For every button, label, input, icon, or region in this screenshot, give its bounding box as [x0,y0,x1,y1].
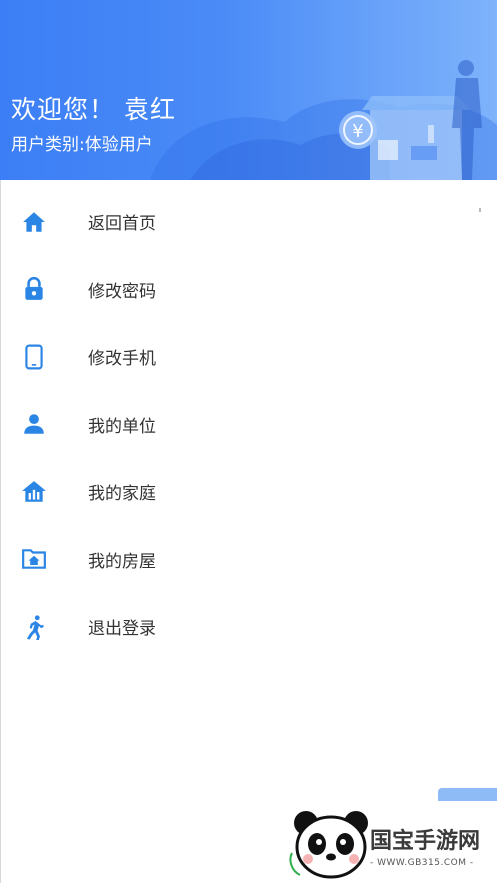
runner-icon [21,614,47,640]
menu-item-label: 我的单位 [88,416,156,437]
family-house-icon [21,479,47,505]
person-icon [21,411,47,437]
floating-button-edge[interactable] [438,788,497,802]
menu-item-label: 修改手机 [88,349,156,370]
menu-item-change-phone[interactable]: 修改手机 [0,323,497,391]
drawer-menu: 返回首页 修改密码 修改手机 我的单位 我的家庭 我的房屋 退出登录 [0,188,497,661]
folder-house-icon [21,546,47,572]
watermark-brand: 国宝手游网 [370,829,481,854]
menu-item-home[interactable]: 返回首页 [0,188,497,256]
menu-item-label: 修改密码 [88,281,156,302]
menu-item-my-unit[interactable]: 我的单位 [0,391,497,459]
menu-item-label: 我的家庭 [88,484,156,505]
user-type-text: 用户类别:体验用户 [11,135,153,155]
coin-illustration: ¥ [339,111,377,149]
home-icon [21,209,47,235]
drawer-header: ¥ 欢迎您！ 袁红 用户类别:体验用户 [0,0,497,180]
lock-icon [21,276,47,302]
menu-item-label: 我的房屋 [88,551,156,572]
menu-item-label: 退出登录 [88,619,156,640]
menu-item-logout[interactable]: 退出登录 [0,593,497,661]
menu-item-my-family[interactable]: 我的家庭 [0,458,497,526]
menu-item-change-password[interactable]: 修改密码 [0,256,497,324]
watermark-url: - WWW.GB315.COM - [370,858,474,868]
welcome-text: 欢迎您！ 袁红 [11,95,176,124]
menu-item-my-house[interactable]: 我的房屋 [0,526,497,594]
watermark: 国宝手游网 - WWW.GB315.COM - [274,801,497,883]
menu-item-label: 返回首页 [88,214,156,235]
phone-icon [21,344,47,370]
coin-symbol: ¥ [352,121,363,142]
